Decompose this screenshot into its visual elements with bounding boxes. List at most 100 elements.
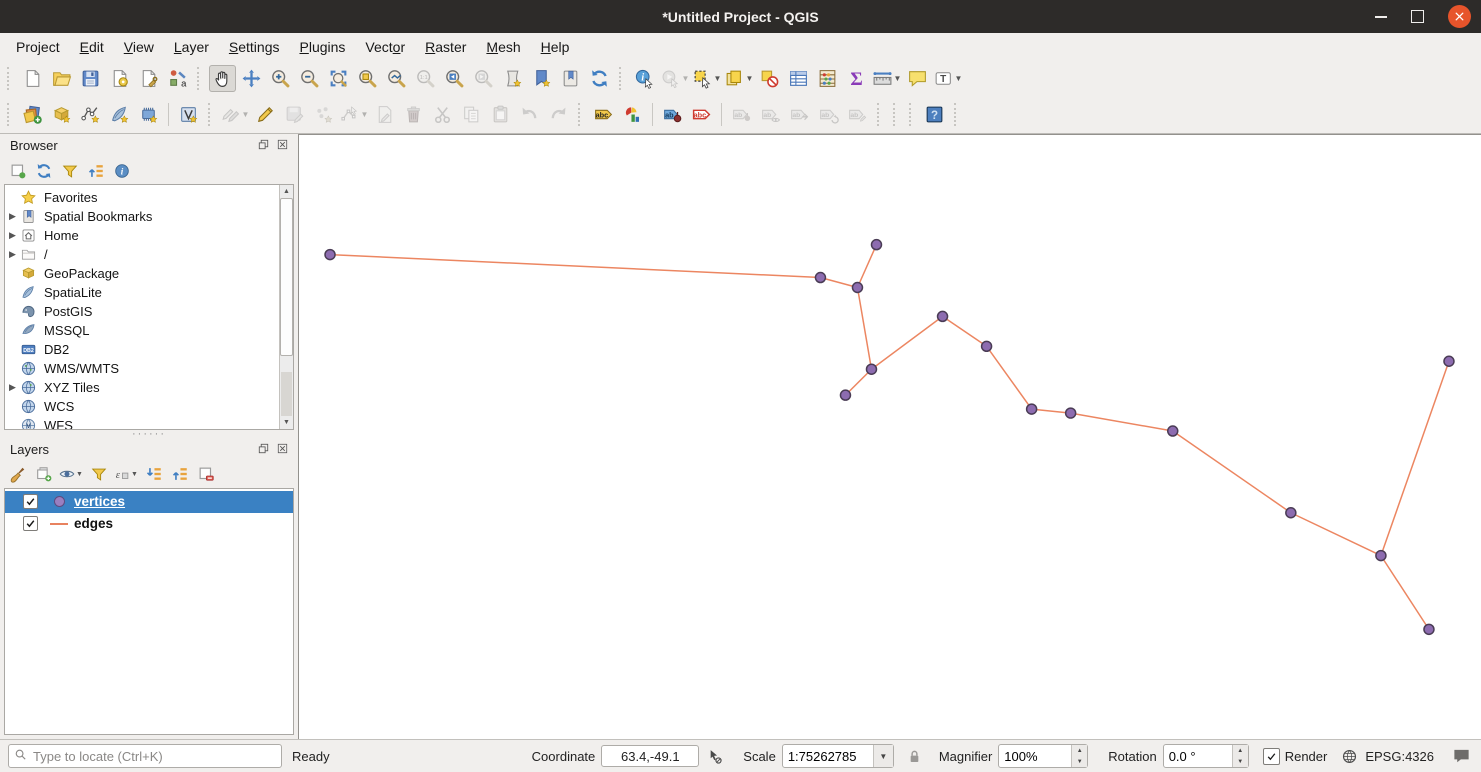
render-checkbox[interactable] <box>1262 747 1280 765</box>
zoom-out-button[interactable] <box>296 65 323 92</box>
new-project-button[interactable] <box>19 65 46 92</box>
locate-input[interactable] <box>8 744 282 768</box>
layers-close-button[interactable] <box>276 442 291 457</box>
browser-close-button[interactable] <box>276 138 291 153</box>
coordinate-input[interactable] <box>601 745 700 767</box>
scale-dropdown-button[interactable]: ▼ <box>872 745 893 767</box>
browser-item-postgis[interactable]: PostGIS <box>5 302 280 321</box>
menu-view[interactable]: View <box>114 36 164 58</box>
layer-diagram-options-button[interactable] <box>619 101 646 128</box>
new-virtual-layer-button[interactable] <box>175 101 202 128</box>
crs-status[interactable]: EPSG:4326 <box>1365 749 1434 764</box>
browser-item-db2[interactable]: DB2 DB2 <box>5 340 280 359</box>
select-features-button[interactable]: ▼ <box>692 65 722 92</box>
layers-float-button[interactable] <box>257 442 272 457</box>
filter-expression-button[interactable]: ε ▼ <box>113 463 139 486</box>
expander-icon[interactable]: ▶ <box>5 382 20 393</box>
browser-item-spatial-bookmarks[interactable]: ▶ Spatial Bookmarks <box>5 207 280 226</box>
pan-to-selection-button[interactable] <box>238 65 265 92</box>
save-project-button[interactable] <box>77 65 104 92</box>
crs-globe-icon[interactable] <box>1341 748 1358 765</box>
identify-features-button[interactable]: i <box>631 65 658 92</box>
add-group-button[interactable] <box>32 463 55 486</box>
scroll-down-icon[interactable]: ▼ <box>280 416 293 429</box>
menu-edit[interactable]: Edit <box>70 36 114 58</box>
expander-icon[interactable]: ▶ <box>5 211 20 222</box>
style-manager-button[interactable]: a <box>164 65 191 92</box>
dropdown-arrow-icon[interactable]: ▼ <box>893 74 902 83</box>
add-selected-layers-button[interactable] <box>6 159 29 182</box>
data-source-manager-button[interactable] <box>19 101 46 128</box>
zoom-to-layer-button[interactable] <box>383 65 410 92</box>
scale-input[interactable] <box>782 745 873 767</box>
collapse-all-layers-button[interactable] <box>168 463 191 486</box>
new-spatialite-layer-button[interactable] <box>106 101 133 128</box>
rotation-down-icon[interactable]: ▼ <box>1232 756 1248 767</box>
menu-project[interactable]: Project <box>6 36 70 58</box>
magnifier-spinbox[interactable]: ▲▼ <box>998 744 1089 768</box>
collapse-all-button[interactable] <box>84 159 107 182</box>
highlight-pinned-labels-button[interactable]: abc <box>688 101 715 128</box>
pan-map-button[interactable] <box>209 64 236 92</box>
browser-item-xyz-tiles[interactable]: ▶ XYZ Tiles <box>5 378 280 397</box>
new-print-layout-button[interactable] <box>106 65 133 92</box>
remove-layer-button[interactable] <box>194 463 217 486</box>
new-map-view-button[interactable] <box>499 65 526 92</box>
dropdown-arrow-icon[interactable]: ▼ <box>954 74 963 83</box>
browser-item-wms-wmts[interactable]: WMS/WMTS <box>5 359 280 378</box>
layer-visibility-checkbox[interactable] <box>23 516 38 531</box>
messages-button[interactable] <box>1452 747 1471 766</box>
rotation-input[interactable] <box>1163 745 1232 767</box>
expand-all-button[interactable] <box>142 463 165 486</box>
coordinate-extents-toggle-icon[interactable] <box>706 748 723 765</box>
layer-labeling-options-button[interactable]: abc <box>590 101 617 128</box>
zoom-full-button[interactable] <box>325 65 352 92</box>
browser-item-favorites[interactable]: Favorites <box>5 188 280 207</box>
browser-item-spatialite[interactable]: SpatiaLite <box>5 283 280 302</box>
rotation-up-icon[interactable]: ▲ <box>1232 745 1248 756</box>
menu-raster[interactable]: Raster <box>415 36 476 58</box>
scale-lock-icon[interactable] <box>906 748 923 765</box>
browser-item-wfs[interactable]: V WFS <box>5 416 280 429</box>
layer-row-edges[interactable]: edges <box>5 513 293 535</box>
map-canvas[interactable] <box>298 134 1481 739</box>
close-button[interactable] <box>1448 5 1471 28</box>
filter-browser-button[interactable] <box>58 159 81 182</box>
layer-visibility-checkbox[interactable] <box>23 494 38 509</box>
zoom-in-button[interactable] <box>267 65 294 92</box>
toggle-editing-button[interactable] <box>252 101 279 128</box>
statistical-summary-button[interactable]: Σ <box>843 65 870 92</box>
text-annotation-button[interactable]: T ▼ <box>933 65 963 92</box>
rotation-spinbox[interactable]: ▲▼ <box>1162 744 1249 768</box>
open-project-button[interactable] <box>48 65 75 92</box>
menu-help[interactable]: Help <box>531 36 580 58</box>
maximize-button[interactable] <box>1411 10 1424 23</box>
menu-plugins[interactable]: Plugins <box>289 36 355 58</box>
help-button[interactable]: ? <box>921 101 948 128</box>
browser-item-home[interactable]: ▶ Home <box>5 226 280 245</box>
expander-icon[interactable]: ▶ <box>5 230 20 241</box>
pin-labels-button[interactable]: ab <box>659 101 686 128</box>
field-calculator-button[interactable] <box>814 65 841 92</box>
dropdown-arrow-icon[interactable]: ▼ <box>713 74 722 83</box>
menu-mesh[interactable]: Mesh <box>476 36 530 58</box>
magnifier-up-icon[interactable]: ▲ <box>1072 745 1088 756</box>
new-geopackage-layer-button[interactable] <box>48 101 75 128</box>
filter-legend-button[interactable] <box>87 463 110 486</box>
scale-combobox[interactable]: ▼ <box>781 744 894 768</box>
dropdown-arrow-icon[interactable]: ▼ <box>745 74 754 83</box>
menu-vector[interactable]: Vector <box>355 36 415 58</box>
browser-item-[interactable]: ▶ / <box>5 245 280 264</box>
dropdown-arrow-icon[interactable]: ▼ <box>131 471 139 478</box>
scrollbar-thumb[interactable] <box>280 198 293 356</box>
show-spatial-bookmarks-button[interactable] <box>557 65 584 92</box>
new-shapefile-layer-button[interactable] <box>77 101 104 128</box>
new-temporary-scratch-layer-button[interactable] <box>135 101 162 128</box>
browser-item-mssql[interactable]: MSSQL <box>5 321 280 340</box>
select-by-value-button[interactable]: ▼ <box>724 65 754 92</box>
browser-item-geopackage[interactable]: GeoPackage <box>5 264 280 283</box>
expander-icon[interactable]: ▶ <box>5 249 20 260</box>
new-spatial-bookmark-button[interactable] <box>528 65 555 92</box>
zoom-last-button[interactable] <box>441 65 468 92</box>
dropdown-arrow-icon[interactable]: ▼ <box>76 471 84 478</box>
